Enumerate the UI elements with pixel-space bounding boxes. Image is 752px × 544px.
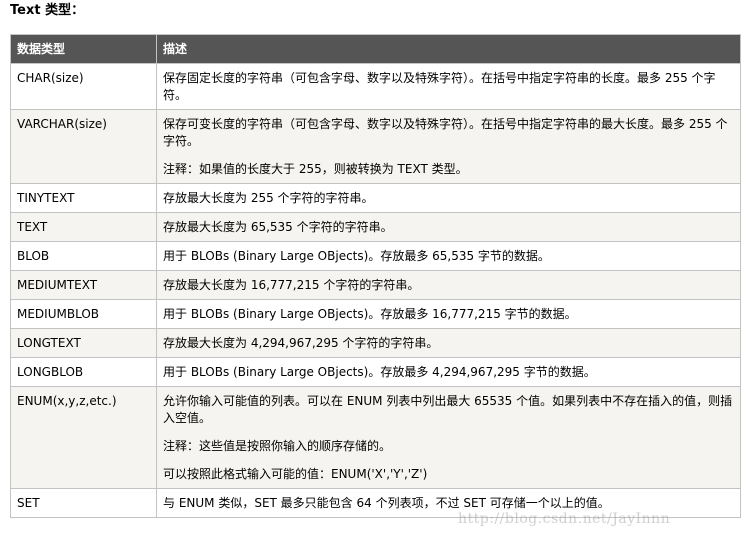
- type-cell: BLOB: [10, 241, 157, 271]
- description-text: 存放最大长度为 255 个字符的字符串。: [163, 191, 374, 205]
- description-text: 用于 BLOBs (Binary Large OBjects)。存放最多 16,…: [163, 307, 577, 321]
- section-heading: Text 类型：: [10, 3, 85, 18]
- description-cell: 存放最大长度为 4,294,967,295 个字符的字符串。: [156, 328, 741, 358]
- table-row: LONGBLOB 用于 BLOBs (Binary Large OBjects)…: [10, 357, 741, 387]
- header-data-type: 数据类型: [10, 34, 157, 64]
- description-note: 注释：这些值是按照你输入的顺序存储的。: [163, 439, 392, 453]
- description-cell: 保存可变长度的字符串（可包含字母、数字以及特殊字符）。在括号中指定字符串的最大长…: [156, 109, 741, 184]
- type-cell: LONGTEXT: [10, 328, 157, 358]
- description-text: 与 ENUM 类似，SET 最多只能包含 64 个列表项，不过 SET 可存储一…: [163, 496, 610, 510]
- table-row: MEDIUMTEXT 存放最大长度为 16,777,215 个字符的字符串。: [10, 270, 741, 300]
- table-row: MEDIUMBLOB 用于 BLOBs (Binary Large OBject…: [10, 299, 741, 329]
- description-text: 保存固定长度的字符串（可包含字母、数字以及特殊字符）。在括号中指定字符串的长度。…: [163, 71, 716, 102]
- description-text: 允许你输入可能值的列表。可以在 ENUM 列表中列出最大 65535 个值。如果…: [163, 394, 733, 425]
- description-text: 存放最大长度为 16,777,215 个字符的字符串。: [163, 278, 420, 292]
- type-cell: ENUM(x,y,z,etc.): [10, 386, 157, 489]
- data-types-table-container: 数据类型 描述 CHAR(size) 保存固定长度的字符串（可包含字母、数字以及…: [10, 34, 741, 518]
- header-description: 描述: [156, 34, 741, 64]
- description-text: 存放最大长度为 4,294,967,295 个字符的字符串。: [163, 336, 439, 350]
- data-types-table: 数据类型 描述 CHAR(size) 保存固定长度的字符串（可包含字母、数字以及…: [10, 34, 741, 518]
- description-cell: 存放最大长度为 16,777,215 个字符的字符串。: [156, 270, 741, 300]
- table-row: VARCHAR(size) 保存可变长度的字符串（可包含字母、数字以及特殊字符）…: [10, 109, 741, 184]
- type-cell: CHAR(size): [10, 63, 157, 110]
- table-row: CHAR(size) 保存固定长度的字符串（可包含字母、数字以及特殊字符）。在括…: [10, 63, 741, 110]
- description-cell: 用于 BLOBs (Binary Large OBjects)。存放最多 4,2…: [156, 357, 741, 387]
- type-cell: TEXT: [10, 212, 157, 242]
- table-row: TINYTEXT 存放最大长度为 255 个字符的字符串。: [10, 183, 741, 213]
- description-text: 存放最大长度为 65,535 个字符的字符串。: [163, 220, 393, 234]
- description-cell: 存放最大长度为 255 个字符的字符串。: [156, 183, 741, 213]
- table-row: LONGTEXT 存放最大长度为 4,294,967,295 个字符的字符串。: [10, 328, 741, 358]
- watermark: http://blog.csdn.net/JayInnn: [458, 511, 671, 527]
- description-format: 可以按照此格式输入可能的值：ENUM('X','Y','Z'): [163, 467, 428, 481]
- table-header-row: 数据类型 描述: [10, 34, 741, 64]
- type-cell: LONGBLOB: [10, 357, 157, 387]
- type-cell: MEDIUMTEXT: [10, 270, 157, 300]
- description-cell: 允许你输入可能值的列表。可以在 ENUM 列表中列出最大 65535 个值。如果…: [156, 386, 741, 489]
- description-note: 注释：如果值的长度大于 255，则被转换为 TEXT 类型。: [163, 162, 468, 176]
- type-cell: SET: [10, 488, 157, 518]
- description-cell: 保存固定长度的字符串（可包含字母、数字以及特殊字符）。在括号中指定字符串的长度。…: [156, 63, 741, 110]
- type-cell: TINYTEXT: [10, 183, 157, 213]
- description-cell: 存放最大长度为 65,535 个字符的字符串。: [156, 212, 741, 242]
- table-row: ENUM(x,y,z,etc.) 允许你输入可能值的列表。可以在 ENUM 列表…: [10, 386, 741, 489]
- description-text: 保存可变长度的字符串（可包含字母、数字以及特殊字符）。在括号中指定字符串的最大长…: [163, 117, 728, 148]
- table-row: BLOB 用于 BLOBs (Binary Large OBjects)。存放最…: [10, 241, 741, 271]
- type-cell: MEDIUMBLOB: [10, 299, 157, 329]
- description-cell: 用于 BLOBs (Binary Large OBjects)。存放最多 65,…: [156, 241, 741, 271]
- description-text: 用于 BLOBs (Binary Large OBjects)。存放最多 65,…: [163, 249, 550, 263]
- type-cell: VARCHAR(size): [10, 109, 157, 184]
- description-cell: 用于 BLOBs (Binary Large OBjects)。存放最多 16,…: [156, 299, 741, 329]
- table-row: TEXT 存放最大长度为 65,535 个字符的字符串。: [10, 212, 741, 242]
- description-text: 用于 BLOBs (Binary Large OBjects)。存放最多 4,2…: [163, 365, 596, 379]
